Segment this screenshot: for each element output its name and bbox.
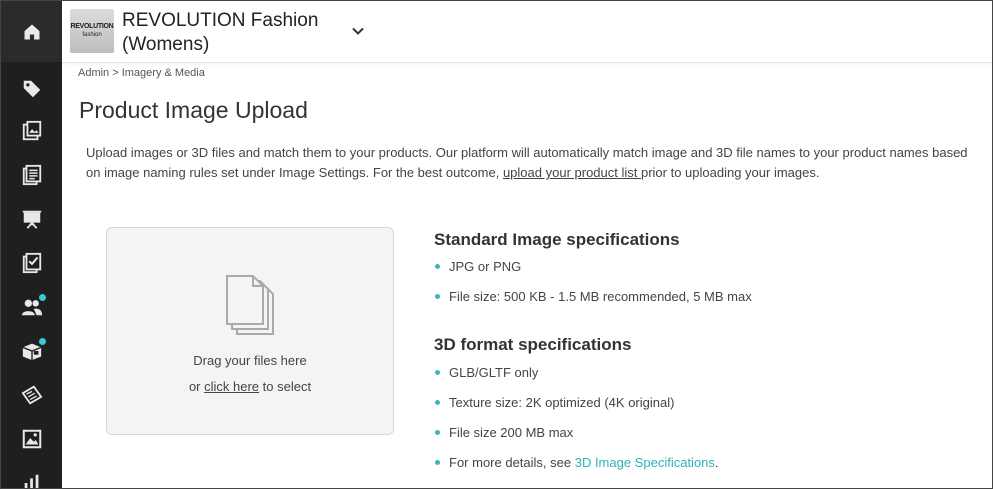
- tag-icon: [23, 80, 40, 98]
- logo-text-line2: fashion: [82, 32, 102, 38]
- sidebar-item-tasks[interactable]: [1, 243, 62, 283]
- drag-files-text: Drag your files here: [193, 353, 307, 368]
- description-text-end: prior to uploading your images.: [640, 165, 820, 180]
- details-suffix: .: [714, 455, 719, 470]
- spec-text: For more details, see 3D Image Specifica…: [449, 455, 719, 470]
- sidebar-item-orders[interactable]: [1, 375, 62, 415]
- analytics-icon: [24, 474, 38, 488]
- media-icon: [22, 429, 41, 449]
- files-icon: [226, 275, 274, 335]
- sidebar-item-catalog[interactable]: [1, 155, 62, 195]
- 3d-image-specifications-link[interactable]: 3D Image Specifications: [575, 455, 715, 470]
- breadcrumb: Admin > Imagery & Media: [78, 67, 205, 79]
- brand-logo: REVOLUTION fashion: [70, 9, 114, 53]
- logo-text-line1: REVOLUTION: [70, 23, 114, 30]
- sidebar-item-users[interactable]: [1, 287, 62, 327]
- or-text: or: [188, 379, 205, 394]
- spec-text: Texture size: 2K optimized (4K original): [449, 395, 675, 410]
- sidebar-item-analytics[interactable]: [1, 463, 62, 488]
- bullet: [435, 460, 440, 465]
- bullet: [435, 264, 440, 269]
- bullet: [435, 294, 440, 299]
- select-files-text: or click here to select: [107, 379, 393, 394]
- image-gallery-icon: [22, 120, 41, 141]
- app-window: REVOLUTION fashion REVOLUTION Fashion (W…: [0, 0, 993, 489]
- orders-icon: [20, 385, 43, 405]
- sidebar-item-gallery[interactable]: [1, 111, 62, 151]
- checklist-icon: [22, 252, 41, 274]
- sidebar-item-presentations[interactable]: [1, 199, 62, 239]
- brand-selector-label[interactable]: REVOLUTION Fashion (Womens): [122, 9, 352, 57]
- spec-text: File size 200 MB max: [449, 425, 574, 440]
- upload-product-list-link[interactable]: upload your product list: [503, 165, 641, 180]
- spec-item: File size 200 MB max: [435, 425, 573, 440]
- chevron-down-icon[interactable]: [350, 23, 366, 39]
- spec-item: JPG or PNG: [435, 259, 521, 274]
- home-icon: [24, 24, 39, 39]
- spec-text: File size: 500 KB - 1.5 MB recommended, …: [449, 289, 752, 304]
- bullet: [435, 430, 440, 435]
- spec-text: GLB/GLTF only: [449, 365, 539, 380]
- presentation-icon: [22, 210, 41, 229]
- file-dropzone[interactable]: Drag your files here or click here to se…: [106, 227, 394, 435]
- spec-item: File size: 500 KB - 1.5 MB recommended, …: [435, 289, 752, 304]
- page-title: Product Image Upload: [79, 97, 308, 123]
- bullet: [435, 370, 440, 375]
- details-prefix: For more details, see: [449, 455, 575, 470]
- page-description: Upload images or 3D files and match them…: [86, 143, 976, 183]
- spec-item: Texture size: 2K optimized (4K original): [435, 395, 674, 410]
- click-here-link[interactable]: click here: [204, 379, 259, 394]
- to-select-text: to select: [259, 379, 312, 394]
- sidebar-item-inventory[interactable]: [1, 331, 62, 371]
- notification-dot: [39, 338, 46, 345]
- sidebar: [1, 1, 62, 488]
- spec-item: GLB/GLTF only: [435, 365, 538, 380]
- notification-dot: [39, 294, 46, 301]
- header: REVOLUTION fashion REVOLUTION Fashion (W…: [62, 1, 992, 63]
- spec-text: JPG or PNG: [449, 259, 522, 274]
- catalog-icon: [22, 164, 41, 186]
- standard-specs-heading: Standard Image specifications: [434, 230, 680, 249]
- spec-item: For more details, see 3D Image Specifica…: [435, 455, 719, 470]
- sidebar-item-media[interactable]: [1, 419, 62, 459]
- bullet: [435, 400, 440, 405]
- sidebar-item-products[interactable]: [1, 69, 62, 109]
- home-button[interactable]: [1, 1, 62, 62]
- 3d-specs-heading: 3D format specifications: [434, 335, 632, 354]
